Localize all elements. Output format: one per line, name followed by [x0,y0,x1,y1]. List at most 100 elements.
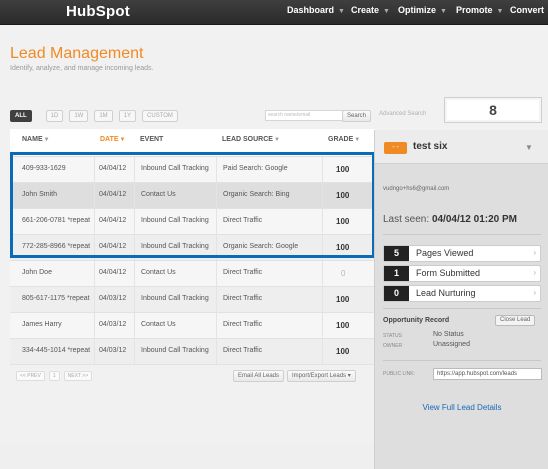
lead-detail-panel: - - test six ▼ vudngo+hs6@gmail.com Last… [374,130,548,469]
status-value[interactable]: No Status [433,331,464,338]
column-event[interactable]: EVENT [140,136,163,143]
column-divider [322,261,323,286]
column-label: EVENT [140,136,164,143]
next-page-button[interactable]: NEXT >> [63,371,93,381]
cell-source: Direct Traffic [223,269,263,276]
filter-all-button[interactable]: ALL [10,110,32,122]
stat-count: 5 [384,246,409,261]
sort-icon: ▼ [43,137,50,143]
opportunity-record-title: Opportunity Record [383,317,450,324]
cell-grade: 0 [341,269,346,278]
owner-value[interactable]: Unassigned [433,341,470,348]
column-date[interactable]: DATE▼ [100,136,126,143]
page-number[interactable]: 1 [48,371,60,381]
cell-name[interactable]: 334-445-1014 *repeat [22,347,90,354]
cell-name[interactable]: John Doe [22,269,52,276]
nav-label: Promote [456,5,493,15]
cell-source: Direct Traffic [223,321,263,328]
table-row[interactable]: John Doe 04/04/12 Contact Us Direct Traf… [10,261,375,287]
chevron-right-icon: › [533,288,536,297]
filter-1w-button[interactable]: 1W [69,110,89,122]
stat-label: Lead Nurturing [416,288,476,298]
table-row[interactable]: 334-445-1014 *repeat 04/03/12 Inbound Ca… [10,339,375,365]
chevron-down-icon: ▼ [496,8,504,15]
import-export-button[interactable]: Import/Export Leads ▾ [287,370,356,382]
public-link-label: PUBLIC LINK: [383,371,415,377]
chevron-down-icon: ▾ [347,373,351,379]
stat-count: 1 [384,266,409,281]
column-divider [94,287,95,312]
prev-page-button[interactable]: << PREV [16,371,45,381]
chevron-down-icon[interactable]: ▼ [525,143,533,152]
column-divider [216,339,217,364]
nav-create[interactable]: Create ▼ [351,5,390,15]
lead-header: - - test six ▼ [375,130,548,164]
stat-lead-nurturing[interactable]: 0 Lead Nurturing › [383,285,541,302]
filter-custom-button[interactable]: CUSTOM [142,110,178,122]
column-label: GRADE [328,136,354,143]
nav-convert[interactable]: Convert [510,5,544,15]
page-subtitle: Identify, analyze, and manage incoming l… [10,65,154,72]
sort-icon: ▼ [119,137,126,143]
last-seen-label: Last seen: [383,214,430,225]
column-divider [134,287,135,312]
logo-text: HubSpot [66,3,130,20]
hubspot-logo[interactable]: HubSpot [66,3,130,20]
search-button[interactable]: Search [342,110,372,122]
table-row[interactable]: James Harry 04/03/12 Contact Us Direct T… [10,313,375,339]
stat-label: Form Submitted [416,268,481,278]
divider [383,308,541,309]
highlight-box [10,152,375,258]
chevron-down-icon: ▼ [338,8,345,15]
advanced-search-link[interactable]: Advanced Search [379,111,426,117]
divider [383,234,541,235]
close-lead-button[interactable]: Close Lead [495,315,536,326]
cell-event: Inbound Call Tracking [141,347,209,354]
chevron-down-icon: ▼ [383,8,390,15]
column-lead-source[interactable]: LEAD SOURCE▼ [222,136,280,143]
lead-management-page: Lead Management Identify, analyze, and m… [0,25,548,469]
stat-pages-viewed[interactable]: 5 Pages Viewed › [383,245,541,262]
page-title: Lead Management [10,45,144,62]
cell-source: Direct Traffic [223,295,263,302]
filter-1d-button[interactable]: 1D [45,110,64,122]
nav-optimize[interactable]: Optimize ▼ [398,5,447,15]
lead-count-box: 8 [444,97,542,123]
table-row[interactable]: 805-617-1175 *repeat 04/03/12 Inbound Ca… [10,287,375,313]
column-divider [216,287,217,312]
column-divider [94,261,95,286]
sort-icon: ▼ [354,137,361,143]
chevron-right-icon: › [533,268,536,277]
chevron-down-icon: ▼ [440,8,447,15]
column-divider [322,287,323,312]
status-label: STATUS [383,333,402,339]
view-full-lead-details-link[interactable]: View Full Lead Details [375,403,548,412]
column-label: LEAD SOURCE [222,136,273,143]
column-label: DATE [100,136,119,143]
search-input[interactable]: search name/email [265,110,345,121]
column-grade[interactable]: GRADE▼ [328,136,360,143]
last-seen: Last seen: 04/04/12 01:20 PM [383,214,517,225]
cell-name[interactable]: 805-617-1175 *repeat [22,295,90,302]
sort-icon: ▼ [273,137,280,143]
cell-name[interactable]: James Harry [22,321,62,328]
cell-date: 04/04/12 [99,269,127,276]
filter-1y-button[interactable]: 1Y [118,110,137,122]
public-link-field[interactable]: https://app.hubspot.com/leads [433,368,542,380]
column-name[interactable]: NAME▼ [22,136,50,143]
column-divider [134,261,135,286]
nav-dashboard[interactable]: Dashboard ▼ [287,5,345,15]
lead-email[interactable]: vudngo+hs6@gmail.com [383,186,449,192]
nav-promote[interactable]: Promote ▼ [456,5,503,15]
divider [383,360,541,361]
filter-1m-button[interactable]: 1M [94,110,113,122]
cell-event: Contact Us [141,321,176,328]
email-all-leads-button[interactable]: Email All Leads [233,370,285,382]
cell-date: 04/03/12 [99,295,127,302]
column-divider [94,339,95,364]
column-divider [94,313,95,338]
chevron-right-icon: › [533,248,536,257]
stat-form-submitted[interactable]: 1 Form Submitted › [383,265,541,282]
cell-event: Inbound Call Tracking [141,295,209,302]
cell-event: Contact Us [141,269,176,276]
